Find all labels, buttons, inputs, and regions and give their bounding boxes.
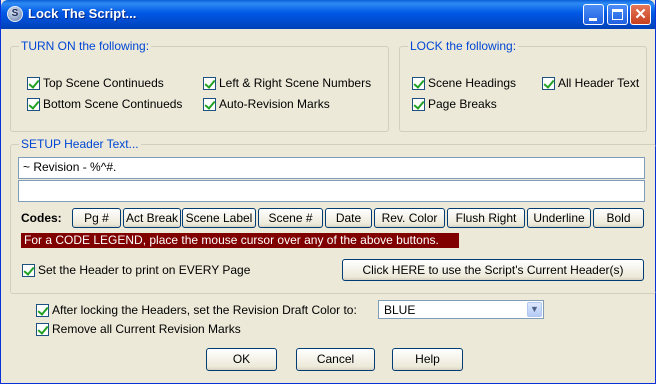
- cancel-button[interactable]: Cancel: [296, 348, 375, 371]
- revision-color-select[interactable]: BLUE ▼: [378, 300, 544, 319]
- code-scene-number-button[interactable]: Scene #: [258, 208, 323, 228]
- checkbox-label: Left & Right Scene Numbers: [219, 76, 372, 90]
- checkbox-check-icon: [412, 76, 425, 90]
- code-rev-color-button[interactable]: Rev. Color: [374, 208, 445, 228]
- print-every-page-checkbox[interactable]: Set the Header to print on EVERY Page: [22, 263, 250, 277]
- all-header-text-checkbox[interactable]: All Header Text: [542, 76, 639, 90]
- code-underline-button[interactable]: Underline: [527, 208, 591, 228]
- page-breaks-checkbox[interactable]: Page Breaks: [412, 97, 497, 111]
- close-icon: ✕: [634, 6, 647, 23]
- checkbox-check-icon: [36, 322, 49, 336]
- checkbox-check-icon: [412, 97, 425, 111]
- help-button[interactable]: Help: [392, 348, 463, 371]
- checkbox-check-icon: [27, 76, 40, 90]
- scene-headings-checkbox[interactable]: Scene Headings: [412, 76, 516, 90]
- codes-label: Codes:: [21, 211, 62, 225]
- checkbox-check-icon: [203, 97, 216, 111]
- use-current-header-button[interactable]: Click HERE to use the Script's Current H…: [342, 259, 644, 281]
- turn-on-legend: TURN ON the following:: [19, 39, 152, 53]
- code-act-break-button[interactable]: Act Break: [123, 208, 181, 228]
- title-bar[interactable]: S Lock The Script... ✕: [1, 0, 655, 29]
- header-line-2-input[interactable]: [18, 180, 645, 202]
- code-date-button[interactable]: Date: [325, 208, 372, 228]
- code-legend-hint: For a CODE LEGEND, place the mouse curso…: [21, 233, 459, 248]
- checkbox-check-icon: [22, 263, 35, 277]
- ok-button[interactable]: OK: [206, 348, 277, 371]
- minimize-button[interactable]: [583, 4, 604, 25]
- revision-color-value: BLUE: [384, 303, 416, 317]
- lock-legend: LOCK the following:: [408, 39, 519, 53]
- checkbox-check-icon: [542, 76, 555, 90]
- checkbox-label: Set the Header to print on EVERY Page: [38, 263, 251, 277]
- code-scene-label-button[interactable]: Scene Label: [182, 208, 256, 228]
- checkbox-label: All Header Text: [558, 76, 640, 90]
- code-flush-right-button[interactable]: Flush Right: [447, 208, 525, 228]
- left-right-scene-numbers-checkbox[interactable]: Left & Right Scene Numbers: [203, 76, 371, 90]
- checkbox-check-icon: [27, 97, 40, 111]
- checkbox-label: Top Scene Continueds: [43, 76, 164, 90]
- top-scene-continueds-checkbox[interactable]: Top Scene Continueds: [27, 76, 164, 90]
- close-button[interactable]: ✕: [630, 4, 651, 25]
- code-page-number-button[interactable]: Pg #: [72, 208, 121, 228]
- checkbox-label: Bottom Scene Continueds: [43, 97, 183, 111]
- checkbox-check-icon: [36, 303, 49, 317]
- bottom-scene-continueds-checkbox[interactable]: Bottom Scene Continueds: [27, 97, 182, 111]
- app-icon: S: [7, 6, 23, 22]
- window-title: Lock The Script...: [28, 6, 137, 21]
- lock-script-dialog: S Lock The Script... ✕ TURN ON the follo…: [0, 0, 656, 384]
- set-revision-color-checkbox[interactable]: After locking the Headers, set the Revis…: [36, 303, 357, 317]
- remove-revision-marks-checkbox[interactable]: Remove all Current Revision Marks: [36, 322, 241, 336]
- checkbox-label: Page Breaks: [428, 97, 497, 111]
- setup-header-legend: SETUP Header Text...: [19, 137, 141, 151]
- checkbox-check-icon: [203, 76, 216, 90]
- checkbox-label: Auto-Revision Marks: [219, 97, 330, 111]
- maximize-icon: [608, 5, 627, 24]
- maximize-button[interactable]: [607, 4, 628, 25]
- checkbox-label: Scene Headings: [428, 76, 517, 90]
- auto-revision-marks-checkbox[interactable]: Auto-Revision Marks: [203, 97, 330, 111]
- header-line-1-input[interactable]: ~ Revision - %^#.: [18, 157, 645, 179]
- checkbox-label: After locking the Headers, set the Revis…: [52, 303, 357, 317]
- code-bold-button[interactable]: Bold: [593, 208, 644, 228]
- minimize-icon: [584, 5, 603, 24]
- chevron-down-icon[interactable]: ▼: [527, 302, 542, 317]
- checkbox-label: Remove all Current Revision Marks: [52, 322, 241, 336]
